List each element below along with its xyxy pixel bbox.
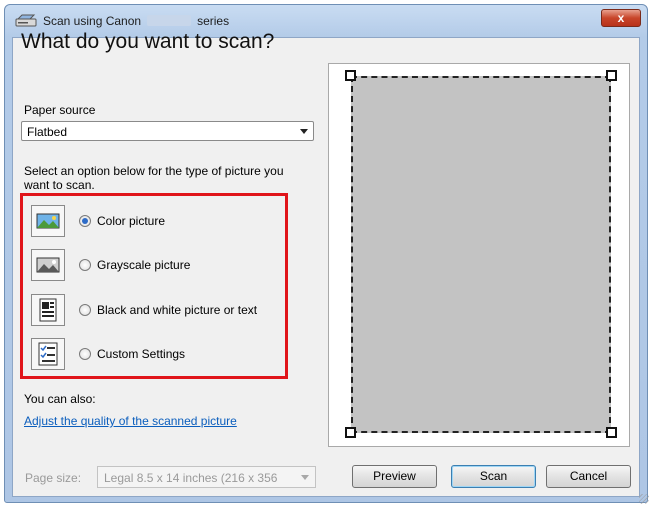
page-size-label: Page size:: [25, 471, 82, 485]
redacted-model-name: [147, 15, 192, 26]
adjust-quality-link[interactable]: Adjust the quality of the scanned pictur…: [24, 414, 237, 428]
chevron-down-icon: [300, 129, 308, 134]
color-photo-icon[interactable]: [31, 205, 65, 237]
page-title: What do you want to scan?: [21, 30, 275, 53]
close-icon: x: [617, 11, 625, 25]
picture-type-options: Color picture Grayscale picture Black an…: [20, 193, 288, 379]
chevron-down-icon: [301, 475, 309, 480]
instructions-line-1: Select an option below for the type of p…: [24, 164, 284, 178]
you-can-also-label: You can also:: [24, 392, 96, 406]
scanner-icon: [15, 14, 37, 27]
option-label[interactable]: Grayscale picture: [97, 258, 190, 272]
window-title: Scan using Canon series: [43, 14, 230, 28]
option-color-picture[interactable]: Color picture: [31, 205, 281, 239]
instructions-line-2: want to scan.: [24, 178, 95, 192]
crop-handle-bottom-right[interactable]: [606, 427, 617, 438]
crop-handle-top-left[interactable]: [345, 70, 356, 81]
radio-grayscale-picture[interactable]: [79, 259, 91, 271]
paper-source-value: Flatbed: [27, 125, 68, 139]
option-label[interactable]: Custom Settings: [97, 347, 185, 361]
radio-bw-picture-or-text[interactable]: [79, 304, 91, 316]
custom-settings-icon[interactable]: [31, 338, 65, 370]
preview-button[interactable]: Preview: [352, 465, 437, 488]
crop-handle-top-right[interactable]: [606, 70, 617, 81]
paper-source-select[interactable]: Flatbed: [21, 121, 314, 141]
option-custom-settings[interactable]: Custom Settings: [31, 338, 281, 372]
option-label[interactable]: Black and white picture or text: [97, 303, 257, 317]
option-label[interactable]: Color picture: [97, 214, 165, 228]
crop-handle-bottom-left[interactable]: [345, 427, 356, 438]
option-grayscale-picture[interactable]: Grayscale picture: [31, 249, 281, 283]
option-bw-picture-or-text[interactable]: Black and white picture or text: [31, 294, 281, 328]
resize-grip[interactable]: [639, 494, 649, 504]
radio-custom-settings[interactable]: [79, 348, 91, 360]
scan-button[interactable]: Scan: [451, 465, 536, 488]
radio-color-picture[interactable]: [79, 215, 91, 227]
paper-source-label: Paper source: [24, 103, 96, 117]
bw-document-icon[interactable]: [31, 294, 65, 326]
page-size-select[interactable]: Legal 8.5 x 14 inches (216 x 356: [97, 466, 316, 488]
page-size-value: Legal 8.5 x 14 inches (216 x 356: [104, 471, 278, 485]
scan-area-selection[interactable]: [351, 76, 611, 433]
close-button[interactable]: x: [601, 9, 641, 27]
grayscale-photo-icon[interactable]: [31, 249, 65, 281]
cancel-button[interactable]: Cancel: [546, 465, 631, 488]
